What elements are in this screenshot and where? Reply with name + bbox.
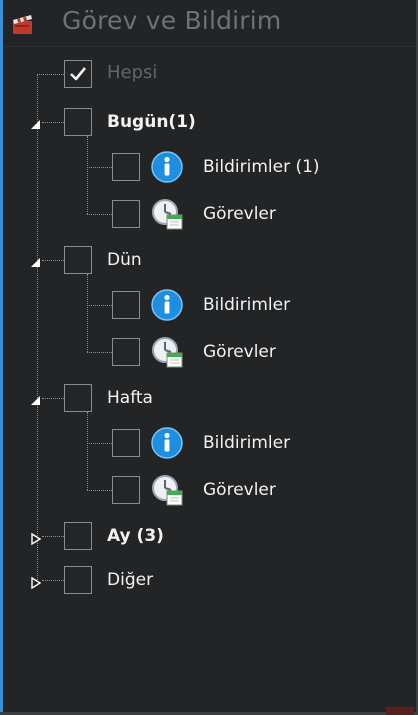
tree-connector <box>42 536 64 537</box>
group-checkbox[interactable] <box>64 566 92 594</box>
child-checkbox[interactable] <box>112 429 140 457</box>
notification-tree: Hepsi Bugün(1) Bildirimler (1) Görevler Dün B… <box>0 0 418 715</box>
group-label: Ay (3) <box>107 526 164 546</box>
tree-connector <box>87 305 112 306</box>
child-label: Bildirimler (1) <box>203 157 320 177</box>
tree-connector <box>87 352 112 353</box>
tree-connector <box>37 74 38 580</box>
child-label: Görevler <box>203 480 276 500</box>
task-clock-icon <box>150 335 184 369</box>
child-label: Bildirimler <box>203 295 291 315</box>
tree-connector <box>87 412 88 490</box>
child-checkbox[interactable] <box>112 338 140 366</box>
info-icon <box>150 150 184 184</box>
tree-connector <box>37 74 64 75</box>
tree-connector <box>42 122 64 123</box>
tree-connector <box>87 167 112 168</box>
tree-connector <box>87 214 112 215</box>
info-icon <box>150 426 184 460</box>
info-icon <box>150 288 184 322</box>
tree-connector <box>42 398 64 399</box>
child-checkbox[interactable] <box>112 291 140 319</box>
expander-arrow[interactable] <box>30 392 42 405</box>
hepsi-checkbox[interactable] <box>64 60 92 88</box>
task-clock-icon <box>150 197 184 231</box>
child-checkbox[interactable] <box>112 153 140 181</box>
tree-connector <box>42 580 64 581</box>
tree-connector <box>87 274 88 352</box>
tree-connector <box>87 490 112 491</box>
tree-connector <box>42 260 64 261</box>
child-label: Görevler <box>203 342 276 362</box>
group-checkbox[interactable] <box>64 108 92 136</box>
group-label: Diğer <box>107 570 154 590</box>
child-checkbox[interactable] <box>112 200 140 228</box>
group-checkbox[interactable] <box>64 246 92 274</box>
group-checkbox[interactable] <box>64 522 92 550</box>
tree-connector <box>87 443 112 444</box>
child-label: Bildirimler <box>203 433 291 453</box>
expander-arrow[interactable] <box>30 116 42 129</box>
expander-arrow[interactable] <box>30 574 42 590</box>
group-label: Hafta <box>107 388 153 408</box>
expander-arrow[interactable] <box>30 530 42 546</box>
group-label: Dün <box>107 250 142 270</box>
tree-connector <box>87 136 88 214</box>
expander-arrow[interactable] <box>30 254 42 267</box>
child-checkbox[interactable] <box>112 476 140 504</box>
group-label: Bugün(1) <box>107 112 196 132</box>
group-checkbox[interactable] <box>64 384 92 412</box>
task-clock-icon <box>150 473 184 507</box>
child-label: Görevler <box>203 204 276 224</box>
hepsi-label: Hepsi <box>107 62 158 83</box>
